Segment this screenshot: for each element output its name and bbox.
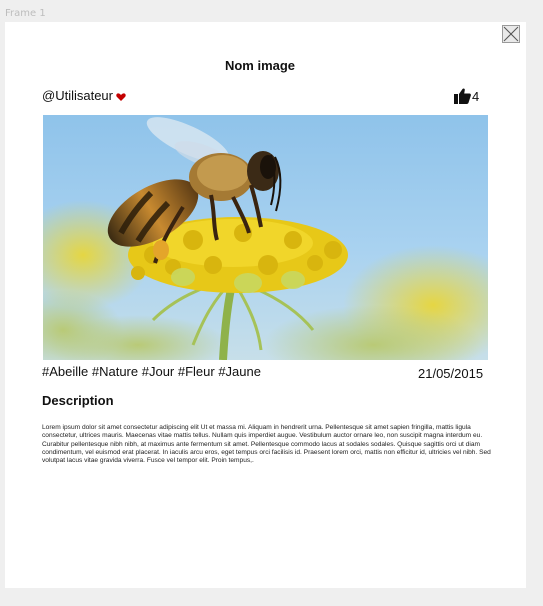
post-date: 21/05/2015 (418, 366, 484, 381)
description-text: Lorem ipsum dolor sit amet consectetur a… (42, 424, 491, 465)
user-row: @Utilisateur (42, 88, 126, 103)
bee-photo (43, 115, 488, 360)
hashtags[interactable]: #Abeille #Nature #Jour #Fleur #Jaune (42, 364, 261, 379)
frame-label: Frame 1 (5, 8, 46, 19)
image-detail-card: Nom image @Utilisateur 4 #Abeille #Natur… (5, 22, 526, 588)
thumbs-up-icon[interactable] (454, 88, 471, 104)
close-button[interactable] (502, 25, 520, 43)
username-link[interactable]: @Utilisateur (42, 88, 113, 103)
close-icon (503, 26, 519, 42)
likes-count: 4 (472, 88, 480, 104)
heart-icon[interactable] (116, 92, 126, 102)
image-title: Nom image (224, 58, 296, 73)
likes: 4 (454, 88, 479, 104)
description-heading: Description (42, 393, 114, 408)
